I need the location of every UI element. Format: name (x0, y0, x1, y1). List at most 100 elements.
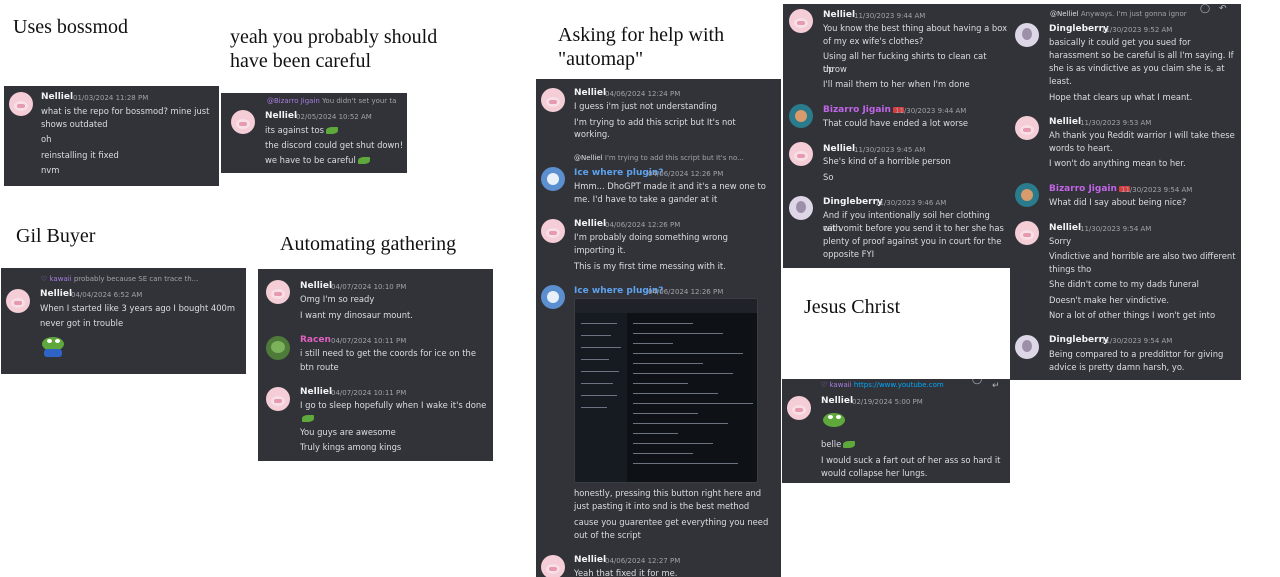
timestamp: 11/30/2023 9:54 AM (1121, 186, 1193, 194)
username[interactable]: Nelliel (300, 387, 332, 397)
timestamp: 01/03/2024 11:28 PM (73, 94, 149, 102)
username[interactable]: Nelliel (574, 219, 606, 229)
username[interactable]: Nelliel (823, 144, 855, 154)
reply-arrow-icon[interactable]: ↵ (992, 381, 1000, 391)
timestamp: 11/30/2023 9:54 AM (1080, 225, 1152, 233)
message-line: basically it could get you sued for (1049, 37, 1191, 47)
reply-preview[interactable]: ♡ kawaii https://www.youtube.com (821, 381, 981, 389)
leaf-emoji-icon (302, 415, 314, 422)
message-line: honestly, pressing this button right her… (574, 488, 762, 498)
message-line: I go to sleep hopefully when I wake it's… (300, 400, 487, 410)
reply-preview[interactable]: @Bizarro Jigain You didn't set your ta (267, 97, 405, 105)
username[interactable]: Nelliel (823, 10, 855, 20)
reply-preview[interactable]: @Nelliel Anyways. I'm just gonna ignor (1050, 10, 1200, 18)
anime-avatar-icon[interactable] (789, 104, 813, 128)
pig-avatar-icon[interactable] (1015, 221, 1039, 245)
pig-avatar-icon[interactable] (266, 280, 290, 304)
timestamp: 04/06/2024 12:24 PM (605, 90, 681, 98)
message-line: least. (1049, 76, 1072, 86)
reply-preview[interactable]: @Nelliel I'm trying to add this script b… (574, 154, 779, 162)
pig-avatar-icon[interactable] (787, 396, 811, 420)
username[interactable]: Nelliel (265, 111, 297, 121)
chat-panel-automap: Nelliel 04/06/2024 12:24 PM I guess i'm … (536, 79, 781, 577)
username[interactable]: Nelliel (300, 281, 332, 291)
username[interactable]: Racen (300, 335, 331, 345)
message-line: Being compared to a preddittor for givin… (1049, 349, 1224, 359)
message-line: advice is pretty damn harsh, yo. (1049, 362, 1185, 372)
chat-panel-ex-wife: Nelliel 11/30/2023 9:44 AM You know the … (783, 4, 1010, 268)
message-line: plenty of proof against you in court for… (823, 236, 1002, 246)
pig-avatar-icon[interactable] (541, 219, 565, 243)
message-line: words to heart. (1049, 143, 1113, 153)
reply-arrow-icon[interactable]: ↶ (1219, 4, 1227, 14)
message-line: Using all her fucking shirts to clean ca… (823, 51, 987, 74)
message-line: i still need to get the coords for ice o… (300, 348, 477, 358)
reply-preview[interactable]: ♡ kawaii probably because SE can trace t… (41, 275, 241, 283)
message-line: Truly kings among kings (300, 442, 402, 452)
pepe-emoji-icon (843, 441, 856, 448)
ice-avatar-icon[interactable] (541, 285, 565, 309)
timestamp: 04/06/2024 12:26 PM (605, 221, 681, 229)
pepe-emoji-icon (821, 411, 847, 433)
message-line: would collapse her lungs. (821, 468, 928, 478)
message-line: just pasting it into snd is the best met… (574, 501, 750, 511)
username[interactable]: Dingleberry (1049, 335, 1109, 345)
timestamp: 04/07/2024 10:11 PM (331, 337, 407, 345)
pig-avatar-icon[interactable] (789, 9, 813, 33)
message-line: She's kind of a horrible person (823, 156, 951, 166)
pig-avatar-icon[interactable] (9, 92, 33, 116)
username[interactable]: Nelliel (574, 555, 606, 565)
timestamp: 02/05/2024 10:52 AM (296, 113, 372, 121)
message-line: cause you guarentee get everything you n… (574, 517, 769, 527)
more-options-icon[interactable]: ◯ (1200, 4, 1210, 14)
username[interactable]: Dingleberry (1049, 24, 1109, 34)
pig-avatar-icon[interactable] (1015, 116, 1039, 140)
more-options-icon[interactable]: ◯ (972, 379, 982, 385)
message-line: of my ex wife's clothes? (823, 36, 924, 46)
caption-gil-buyer: Gil Buyer (16, 225, 96, 247)
pig-avatar-icon[interactable] (266, 387, 290, 411)
message-line: Sorry (1049, 236, 1072, 246)
message-line: btn route (300, 362, 339, 372)
username[interactable]: Nelliel (574, 88, 606, 98)
frog-avatar-icon[interactable] (266, 336, 290, 360)
message-line: Hope that clears up what I meant. (1049, 92, 1193, 102)
username[interactable]: Bizarro Jigain (1049, 184, 1130, 194)
timestamp: 04/06/2024 12:26 PM (648, 288, 724, 296)
anime-avatar-icon[interactable] (1015, 335, 1039, 359)
username[interactable]: Bizarro Jigain (823, 105, 904, 115)
timestamp: 02/19/2024 5:00 PM (852, 398, 923, 406)
pig-avatar-icon[interactable] (789, 142, 813, 166)
username[interactable]: Dingleberry (823, 197, 883, 207)
message-line: reinstalling it fixed (41, 150, 119, 160)
ice-avatar-icon[interactable] (541, 167, 565, 191)
username[interactable]: Nelliel (41, 92, 73, 102)
timestamp: 11/30/2023 9:53 AM (1080, 119, 1152, 127)
pig-avatar-icon[interactable] (6, 289, 30, 313)
anime-avatar-icon[interactable] (1015, 23, 1039, 47)
username[interactable]: Nelliel (40, 289, 72, 299)
message-line: That could have ended a lot worse (823, 118, 969, 128)
message-line: harassment so be careful is all I'm sayi… (1049, 50, 1234, 60)
message-line: I'm probably doing something wrong (574, 232, 728, 242)
code-screenshot-image[interactable] (574, 298, 758, 483)
pig-avatar-icon[interactable] (541, 555, 565, 577)
message-line: we have to be careful (265, 154, 370, 167)
message-line: What did I say about being nice? (1049, 197, 1187, 207)
message-line: I won't do anything mean to her. (1049, 158, 1186, 168)
chat-panel-careful: @Bizarro Jigain You didn't set your ta N… (221, 93, 407, 173)
pig-avatar-icon[interactable] (231, 110, 255, 134)
pig-avatar-icon[interactable] (541, 88, 565, 112)
timestamp: 04/06/2024 12:27 PM (605, 557, 681, 565)
chat-panel-bossmod: Nelliel 01/03/2024 11:28 PM what is the … (4, 86, 219, 186)
message-line: the discord could get shut down! (265, 140, 404, 150)
message-line: Yeah that fixed it for me. (574, 568, 678, 577)
username[interactable]: Nelliel (1049, 117, 1081, 127)
message-line: cat vomit before you send it to her she … (823, 223, 1004, 233)
anime-avatar-icon[interactable] (1015, 183, 1039, 207)
message-line: Omg I'm so ready (300, 294, 375, 304)
anime-avatar-icon[interactable] (789, 196, 813, 220)
username[interactable]: Nelliel (821, 396, 853, 406)
message-line: its against tos (265, 124, 338, 137)
username[interactable]: Nelliel (1049, 223, 1081, 233)
